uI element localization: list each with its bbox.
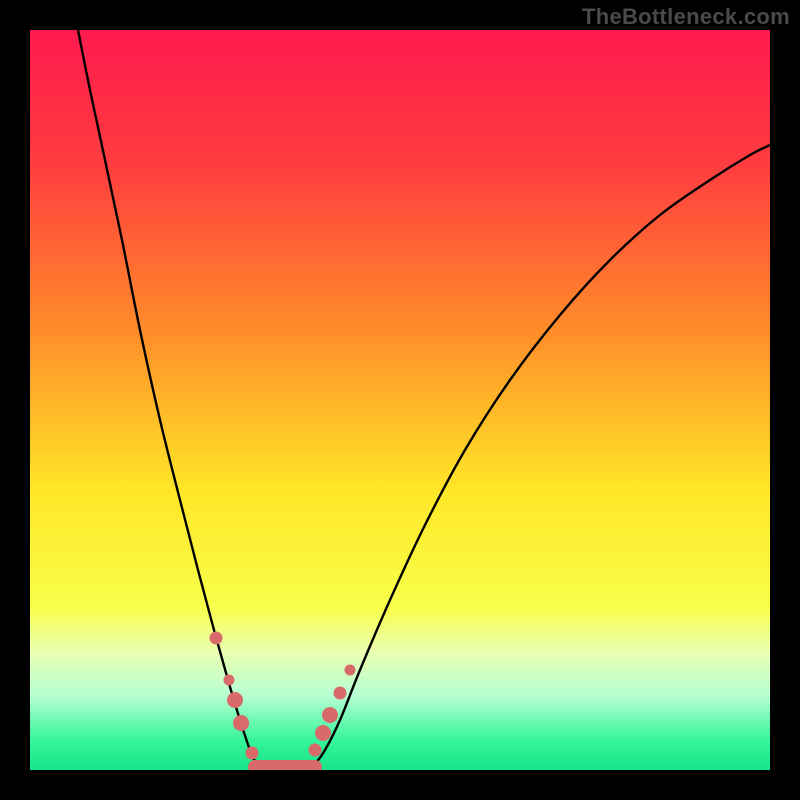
data-marker	[345, 665, 356, 676]
data-marker	[246, 747, 259, 760]
curve-layer	[30, 30, 770, 770]
data-marker	[224, 675, 235, 686]
data-marker	[309, 744, 322, 757]
data-marker	[334, 687, 347, 700]
data-marker	[210, 632, 223, 645]
data-marker	[322, 707, 338, 723]
watermark-text: TheBottleneck.com	[582, 4, 790, 30]
plot-area	[30, 30, 770, 770]
curve-right	[306, 145, 770, 770]
data-marker	[315, 725, 331, 741]
valley-bar	[248, 760, 322, 770]
curve-left	[78, 30, 266, 770]
data-marker	[233, 715, 249, 731]
chart-frame: TheBottleneck.com	[0, 0, 800, 800]
data-marker	[227, 692, 243, 708]
